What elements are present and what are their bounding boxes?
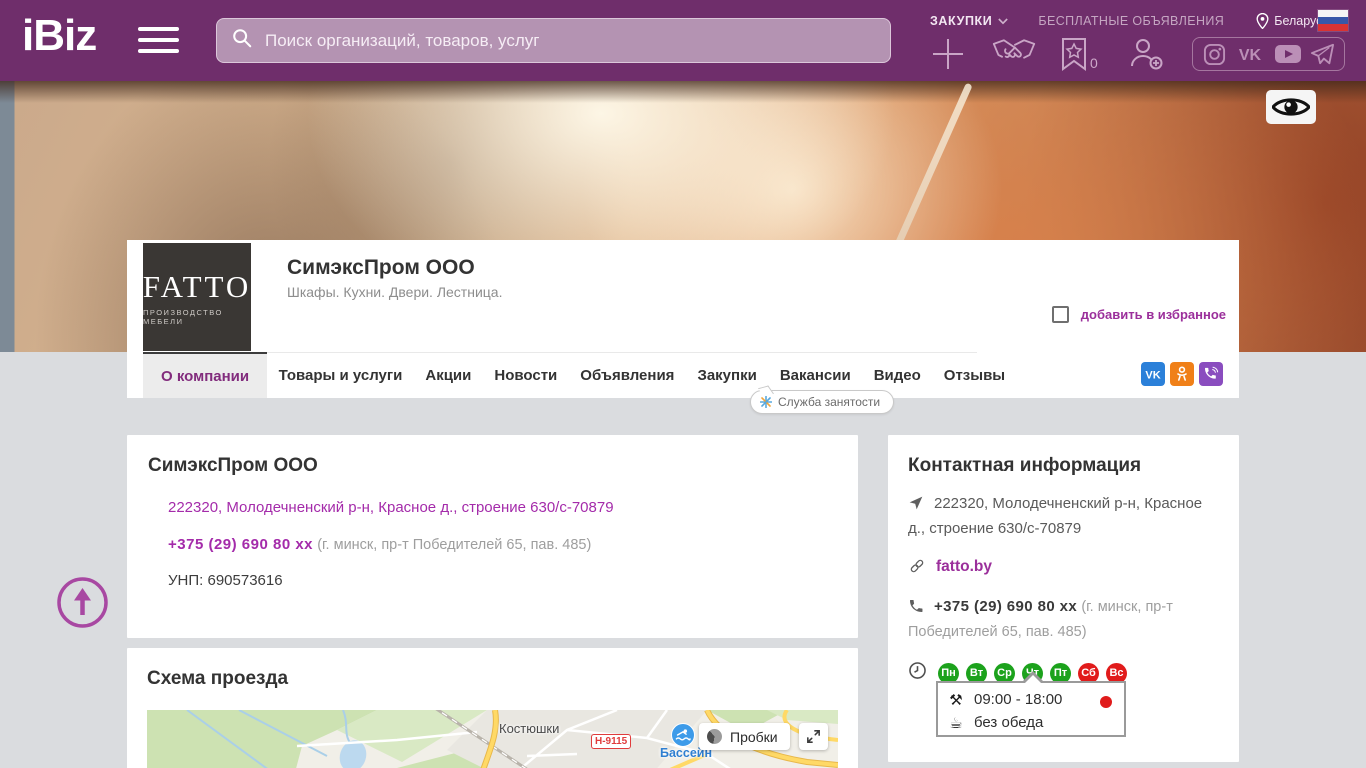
company-logo-title: FATTO	[143, 269, 252, 305]
header-social-links: VK	[1192, 37, 1345, 71]
traffic-label: Пробки	[730, 729, 778, 745]
company-address-link[interactable]: 222320, Молодечненский р-н, Красное д., …	[168, 499, 837, 516]
vacancy-tooltip: Служба занятости	[750, 390, 894, 414]
company-ok-icon[interactable]	[1170, 362, 1194, 386]
add-company-button[interactable]	[930, 36, 966, 72]
instagram-icon[interactable]	[1201, 43, 1228, 66]
company-phone-link[interactable]: +375 (29) 690 80 xx	[168, 536, 313, 553]
open-status-dot	[1100, 696, 1112, 708]
contact-address-row: 222320, Молодечненский р-н, Красное д., …	[908, 493, 1219, 540]
login-button[interactable]	[1128, 36, 1164, 72]
search-input[interactable]	[265, 31, 876, 51]
expand-icon	[805, 728, 822, 745]
location-arrow-icon	[908, 495, 924, 518]
company-viber-icon[interactable]	[1199, 362, 1223, 386]
add-to-favorites[interactable]: добавить в избранное	[1052, 306, 1226, 323]
map-town-label: Костюшки	[499, 721, 559, 736]
tab-reviews[interactable]: Отзывы	[932, 352, 1016, 398]
top-nav: ЗАКУПКИ БЕСПЛАТНЫЕ ОБЪЯВЛЕНИЯ Беларусь	[930, 11, 1329, 31]
company-unp: УНП: 690573616	[168, 572, 837, 589]
company-logo-subtitle: ПРОИЗВОДСТВО МЕБЕЛИ	[143, 308, 251, 326]
about-card: СимэксПром ООО 222320, Молодечненский р-…	[127, 435, 858, 638]
contact-phone[interactable]: +375 (29) 690 80 xx	[934, 598, 1077, 615]
scroll-top-button[interactable]	[56, 576, 109, 629]
header-icons: 0	[930, 36, 1164, 72]
working-hours-tooltip: ⚒ 09:00 - 18:00 ☕ без обеда	[936, 681, 1126, 737]
map-road-badge: Н-9115	[591, 734, 631, 749]
plus-icon	[930, 36, 966, 72]
company-tagline: Шкафы. Кухни. Двери. Лестница.	[287, 284, 502, 300]
tools-icon: ⚒	[947, 691, 965, 709]
favorites-button[interactable]: 0	[1060, 37, 1098, 71]
company-social-links: VK	[1141, 362, 1223, 386]
tab-ads[interactable]: Объявления	[569, 352, 686, 398]
tab-about[interactable]: О компании	[143, 352, 267, 398]
nav-zakupki[interactable]: ЗАКУПКИ	[930, 14, 1008, 28]
about-title: СимэксПром ООО	[148, 455, 837, 477]
traffic-toggle-button[interactable]: Пробки	[699, 723, 790, 750]
page: iBiz ЗАКУПКИ БЕСПЛАТНЫЕ ОБЪЯВЛЕНИЯ Белар…	[0, 0, 1366, 768]
vk-icon[interactable]: VK	[1231, 43, 1269, 65]
employment-service-icon	[760, 396, 772, 408]
header: iBiz ЗАКУПКИ БЕСПЛАТНЫЕ ОБЪЯВЛЕНИЯ Белар…	[0, 0, 1366, 81]
contact-address: 222320, Молодечненский р-н, Красное д., …	[908, 495, 1202, 537]
lunch-info: без обеда	[974, 714, 1043, 731]
svg-text:VK: VK	[1238, 47, 1261, 64]
arrow-up-icon	[56, 576, 109, 629]
user-add-icon	[1128, 36, 1164, 72]
telegram-icon[interactable]	[1307, 42, 1337, 66]
coffee-icon: ☕	[947, 714, 965, 732]
youtube-icon[interactable]	[1272, 43, 1304, 65]
bookmark-star-icon	[1060, 37, 1088, 71]
map-fullscreen-button[interactable]	[799, 723, 828, 750]
map-title: Схема проезда	[147, 668, 838, 690]
website-link[interactable]: fatto.by	[936, 558, 992, 575]
favorite-label: добавить в избранное	[1081, 307, 1226, 322]
search-icon	[231, 27, 253, 54]
contact-website-row: fatto.by	[908, 556, 1219, 581]
pin-icon	[1256, 13, 1269, 29]
menu-icon[interactable]	[138, 27, 179, 55]
tab-news[interactable]: Новости	[483, 352, 569, 398]
pool-icon[interactable]	[671, 723, 695, 747]
traffic-icon	[707, 729, 722, 744]
company-card: FATTO ПРОИЗВОДСТВО МЕБЕЛИ СимэксПром ООО…	[127, 240, 1239, 398]
link-icon	[908, 558, 926, 581]
chevron-down-icon	[998, 18, 1008, 25]
svg-text:VK: VK	[1145, 370, 1160, 382]
map-canvas[interactable]: Костюшки Н-9115 Бассейн Пробки	[147, 710, 838, 768]
working-hours: 09:00 - 18:00	[974, 691, 1062, 708]
phone-icon	[908, 598, 924, 621]
tab-promos[interactable]: Акции	[414, 352, 483, 398]
clock-icon	[908, 661, 927, 685]
handshake-icon	[992, 36, 1036, 72]
contact-card: Контактная информация 222320, Молодечнен…	[888, 435, 1239, 762]
favorite-checkbox[interactable]	[1052, 306, 1069, 323]
language-flag-ru[interactable]	[1318, 10, 1348, 31]
views-eye-button[interactable]	[1266, 90, 1316, 124]
contact-title: Контактная информация	[908, 455, 1219, 477]
tab-products[interactable]: Товары и услуги	[267, 352, 414, 398]
nav-free-ads[interactable]: БЕСПЛАТНЫЕ ОБЪЯВЛЕНИЯ	[1038, 14, 1224, 28]
map-card: Схема проезда	[127, 648, 858, 768]
company-logo[interactable]: FATTO ПРОИЗВОДСТВО МЕБЕЛИ	[143, 243, 251, 351]
vacancy-tooltip-text: Служба занятости	[778, 395, 880, 409]
company-vk-icon[interactable]: VK	[1141, 362, 1165, 386]
favorites-count: 0	[1090, 55, 1098, 71]
eye-icon	[1272, 95, 1310, 119]
company-phone-note-text: (г. минск, пр-т Победителей 65, пав. 485…	[317, 537, 591, 553]
company-name: СимэксПром ООО	[287, 256, 475, 280]
search-bar	[216, 18, 891, 63]
partners-button[interactable]	[992, 36, 1036, 72]
contact-phone-row: +375 (29) 690 80 xx (г. минск, пр-т Побе…	[908, 596, 1219, 643]
site-logo[interactable]: iBiz	[22, 12, 96, 60]
